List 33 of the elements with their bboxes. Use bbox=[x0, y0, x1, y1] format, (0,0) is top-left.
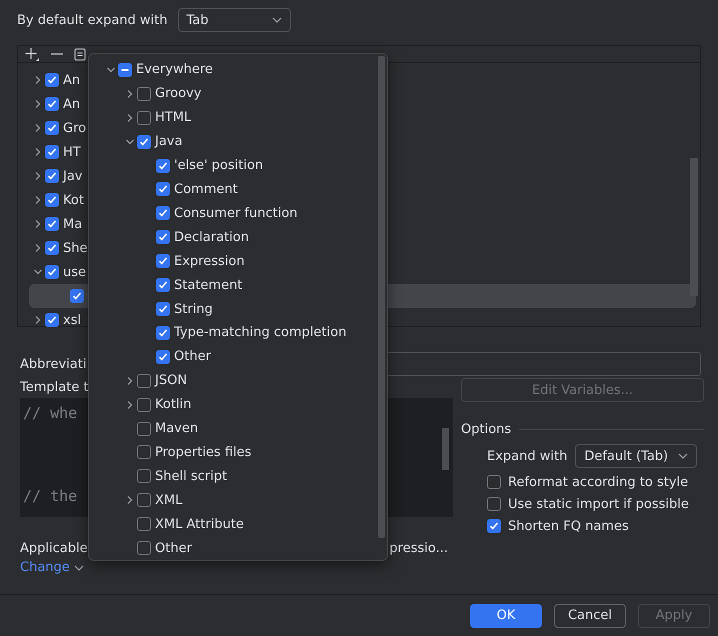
context-item-label: Expression bbox=[174, 254, 245, 269]
option-label: Shorten FQ names bbox=[508, 518, 629, 534]
context-item-label: Consumer function bbox=[174, 206, 298, 221]
context-item-label: Kotlin bbox=[155, 397, 192, 412]
context-item-label: String bbox=[174, 302, 213, 317]
context-item-label: JSON bbox=[155, 373, 188, 388]
expand-default-label: By default expand with bbox=[17, 12, 168, 28]
context-item-label: Shell script bbox=[155, 468, 228, 484]
context-item-label: Properties files bbox=[155, 444, 252, 460]
expand-with-label: Expand with bbox=[487, 448, 568, 464]
code-line: // the bbox=[23, 487, 78, 505]
context-item-label: Groovy bbox=[155, 86, 202, 102]
context-item-label: Other bbox=[174, 349, 211, 364]
context-item-label: 'else' position bbox=[174, 158, 264, 174]
context-item-label: Everywhere bbox=[136, 62, 213, 78]
applicable-contexts: pressio... bbox=[389, 541, 448, 556]
context-item-label: Declaration bbox=[174, 230, 249, 245]
context-item-label: Other bbox=[155, 540, 192, 556]
applicable-label: Applicable bbox=[20, 541, 88, 556]
option-label: Reformat according to style bbox=[508, 474, 688, 490]
context-item-label: Maven bbox=[155, 421, 198, 436]
context-item-label: XML bbox=[155, 492, 182, 508]
abbreviation-label: Abbreviati bbox=[20, 356, 86, 372]
context-item-label: XML Attribute bbox=[155, 516, 244, 532]
context-item-label: Statement bbox=[174, 278, 242, 293]
option-label: Use static import if possible bbox=[508, 496, 689, 512]
template-text-label: Template t bbox=[20, 380, 89, 395]
context-item-label: Comment bbox=[174, 182, 238, 197]
context-item-label: Java bbox=[155, 134, 182, 150]
code-line: // whe bbox=[23, 404, 78, 422]
context-item-label: Type-matching completion bbox=[174, 325, 346, 340]
context-item-label: HTML bbox=[155, 110, 192, 126]
options-title: Options bbox=[461, 422, 512, 437]
